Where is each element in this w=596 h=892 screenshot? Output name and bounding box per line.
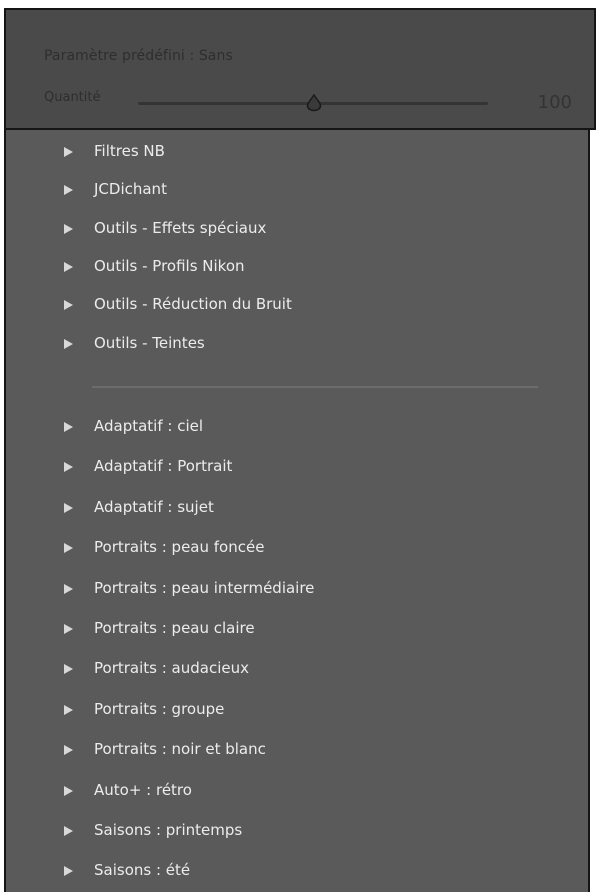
- preset-group-row[interactable]: Portraits : peau foncée: [6, 534, 566, 564]
- preset-group-row[interactable]: Portraits : peau claire: [6, 615, 566, 645]
- preset-group-label: Outils - Teintes: [94, 333, 205, 352]
- preset-group-row[interactable]: Portraits : noir et blanc: [6, 736, 566, 766]
- preset-group-row[interactable]: JCDichant: [6, 176, 566, 206]
- preset-group-label: Portraits : groupe: [94, 699, 225, 718]
- disclosure-triangle-right-icon[interactable]: [64, 462, 73, 473]
- preset-group-label: Outils - Effets spéciaux: [94, 218, 267, 237]
- preset-header: Paramètre prédéfini : Sans Quantité 100: [4, 8, 596, 130]
- preset-group-label: Outils - Réduction du Bruit: [94, 295, 292, 314]
- preset-group-row[interactable]: Saisons : printemps: [6, 817, 566, 847]
- preset-group-row[interactable]: Outils - Teintes: [6, 330, 566, 360]
- disclosure-triangle-right-icon[interactable]: [64, 704, 73, 715]
- preset-group-row[interactable]: Adaptatif : ciel: [6, 413, 566, 443]
- disclosure-triangle-right-icon[interactable]: [64, 826, 73, 836]
- preset-group-row[interactable]: Portraits : groupe: [6, 696, 566, 726]
- disclosure-triangle-right-icon[interactable]: [64, 745, 73, 756]
- preset-group-row[interactable]: Filtres NB: [6, 138, 566, 168]
- preset-group-label: Portraits : peau foncée: [94, 538, 265, 557]
- preset-group-row[interactable]: Outils - Profils Nikon: [6, 253, 566, 283]
- preset-group-row[interactable]: Adaptatif : sujet: [6, 494, 566, 524]
- preset-group-row[interactable]: Portraits : audacieux: [6, 655, 566, 685]
- disclosure-triangle-right-icon[interactable]: [64, 866, 73, 877]
- preset-group-label: Adaptatif : sujet: [94, 497, 214, 516]
- preset-group-label: Portraits : peau intermédiaire: [94, 578, 315, 597]
- lightroom-presets-panel: Paramètre prédéfini : Sans Quantité 100 …: [0, 0, 596, 892]
- preset-groups-list: Filtres NB JCDichant Outils - Effets spéci…: [4, 130, 590, 892]
- preset-group-row[interactable]: Portraits : peau intermédiaire: [6, 575, 566, 605]
- preset-group-row[interactable]: Outils - Effets spéciaux: [6, 215, 566, 245]
- amount-label: Quantité: [44, 90, 101, 105]
- preset-group-label: Adaptatif : Portrait: [94, 457, 233, 476]
- section-divider: [92, 386, 538, 388]
- disclosure-triangle-right-icon[interactable]: [64, 223, 73, 234]
- disclosure-triangle-right-icon[interactable]: [64, 785, 73, 796]
- disclosure-triangle-right-icon[interactable]: [64, 543, 73, 554]
- disclosure-triangle-right-icon[interactable]: [64, 502, 73, 513]
- preset-group-label: Portraits : peau claire: [94, 619, 255, 637]
- preset-group-label: Portraits : audacieux: [94, 659, 249, 678]
- disclosure-triangle-right-icon[interactable]: [64, 583, 73, 594]
- preset-group-label: Saisons : printemps: [94, 821, 243, 839]
- disclosure-triangle-right-icon[interactable]: [64, 338, 73, 349]
- disclosure-triangle-right-icon[interactable]: [64, 422, 73, 432]
- preset-group-row[interactable]: Saisons : été: [6, 857, 566, 887]
- preset-group-row[interactable]: Auto+ : rétro: [6, 777, 566, 807]
- disclosure-triangle-right-icon[interactable]: [64, 664, 73, 675]
- disclosure-triangle-right-icon[interactable]: [64, 185, 73, 196]
- disclosure-triangle-right-icon[interactable]: [64, 147, 73, 157]
- disclosure-triangle-right-icon[interactable]: [64, 261, 73, 272]
- amount-value: 100: [537, 92, 572, 113]
- top-strip: [0, 0, 596, 8]
- preset-group-label: JCDichant: [94, 180, 167, 199]
- preset-group-label: Filtres NB: [94, 142, 165, 160]
- preset-group-row[interactable]: Adaptatif : Portrait: [6, 453, 566, 483]
- disclosure-triangle-right-icon[interactable]: [64, 300, 73, 311]
- preset-group-label: Portraits : noir et blanc: [94, 740, 266, 759]
- disclosure-triangle-right-icon[interactable]: [64, 624, 73, 634]
- preset-group-label: Auto+ : rétro: [94, 780, 192, 799]
- preset-label: Paramètre prédéfini : Sans: [44, 48, 233, 64]
- preset-group-label: Saisons : été: [94, 861, 191, 880]
- preset-group-label: Adaptatif : ciel: [94, 417, 204, 435]
- right-margin: [590, 130, 596, 892]
- preset-group-label: Outils - Profils Nikon: [94, 256, 245, 275]
- preset-group-row[interactable]: Outils - Réduction du Bruit: [6, 291, 566, 321]
